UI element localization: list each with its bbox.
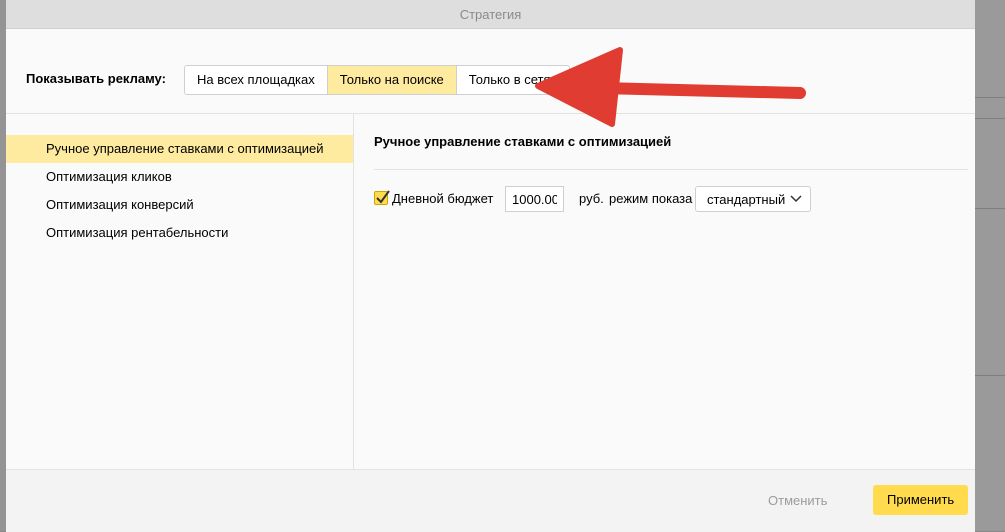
show-ads-row: Показывать рекламу: На всех площадках То… <box>6 29 975 114</box>
background-page-right <box>975 0 1005 531</box>
background-divider <box>975 97 1005 98</box>
strategy-dialog: Стратегия Показывать рекламу: На всех пл… <box>6 0 975 532</box>
currency-label: руб. <box>579 191 604 206</box>
sidebar-item-manual-bidding[interactable]: Ручное управление ставками с оптимизацие… <box>6 135 353 163</box>
content-title: Ручное управление ставками с оптимизацие… <box>374 134 672 149</box>
background-divider <box>975 375 1005 376</box>
daily-budget-checkbox[interactable] <box>374 190 390 205</box>
chevron-down-icon <box>790 195 802 203</box>
sidebar-item-click-optimization[interactable]: Оптимизация кликов <box>6 163 353 191</box>
show-ads-option-all[interactable]: На всех площадках <box>185 66 328 94</box>
daily-budget-label: Дневной бюджет <box>392 191 494 206</box>
display-mode-value: стандартный <box>707 191 786 207</box>
show-ads-option-networks[interactable]: Только в сетях <box>457 66 569 94</box>
daily-budget-row: Дневной бюджет руб. режим показа стандар… <box>374 186 974 214</box>
show-ads-segmented-control: На всех площадках Только на поиске Тольк… <box>184 65 571 95</box>
show-ads-option-search[interactable]: Только на поиске <box>327 66 457 94</box>
dialog-footer: Отменить Применить <box>6 469 975 532</box>
display-mode-label: режим показа <box>609 191 693 206</box>
sidebar-item-roi-optimization[interactable]: Оптимизация рентабельности <box>6 219 353 247</box>
checkmark-icon <box>376 190 390 204</box>
daily-budget-input[interactable] <box>505 186 564 212</box>
display-mode-select[interactable]: стандартный <box>695 186 811 212</box>
background-divider <box>975 118 1005 119</box>
strategy-sidebar: Ручное управление ставками с оптимизацие… <box>6 114 354 469</box>
apply-button[interactable]: Применить <box>873 485 969 515</box>
show-ads-label: Показывать рекламу: <box>26 71 166 86</box>
background-divider <box>975 208 1005 209</box>
dialog-titlebar: Стратегия <box>6 0 975 29</box>
sidebar-item-conversion-optimization[interactable]: Оптимизация конверсий <box>6 191 353 219</box>
cancel-button[interactable]: Отменить <box>758 487 837 515</box>
content-divider <box>374 169 968 170</box>
strategy-content: Ручное управление ставками с оптимизацие… <box>354 114 975 469</box>
dialog-title: Стратегия <box>459 6 522 22</box>
